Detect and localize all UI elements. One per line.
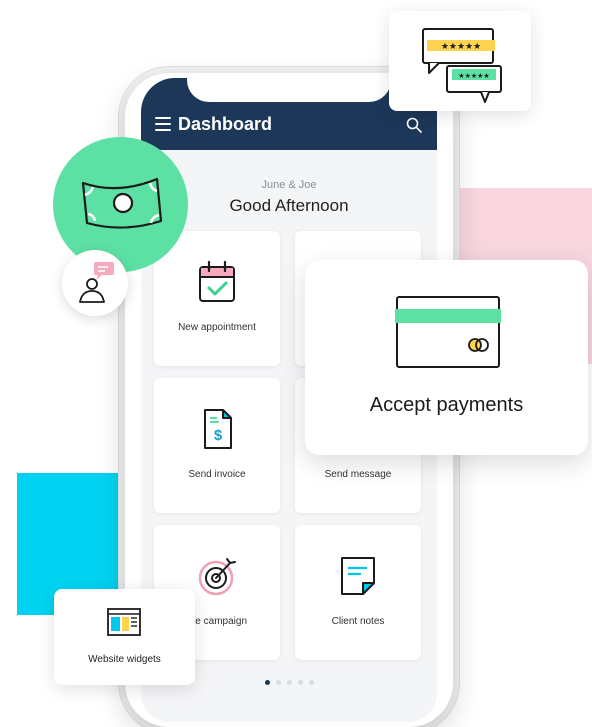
reviews-card: ★★★★★ ★★★★★ — [389, 11, 531, 111]
accept-payments-card[interactable]: Accept payments — [305, 260, 588, 455]
accept-payments-label: Accept payments — [369, 394, 524, 416]
hamburger-menu-icon[interactable] — [155, 117, 171, 131]
star-reviews-icon: ★★★★★ ★★★★★ — [422, 28, 502, 103]
page-dot[interactable] — [308, 680, 314, 685]
website-widgets-card[interactable]: Website widgets — [54, 589, 195, 685]
svg-text:★★★★★: ★★★★★ — [458, 72, 489, 80]
svg-text:$: $ — [214, 427, 223, 444]
page-dot[interactable] — [286, 680, 292, 685]
svg-text:★★★★★: ★★★★★ — [441, 42, 481, 52]
tile-label: Send message — [324, 469, 392, 480]
tile-client-notes[interactable]: Client notes — [295, 525, 421, 660]
client-chat-badge — [62, 250, 128, 316]
search-icon[interactable] — [405, 116, 423, 134]
target-icon — [198, 558, 236, 596]
tile-label: Send invoice — [188, 469, 246, 480]
website-widgets-label: Website widgets — [88, 654, 161, 665]
page-dot[interactable] — [297, 680, 303, 685]
invoice-dollar-icon: $ — [204, 409, 232, 449]
tile-send-invoice[interactable]: $ Send invoice — [154, 378, 280, 513]
sticky-note-icon — [341, 557, 375, 595]
web-layout-icon — [107, 608, 141, 636]
client-chat-icon — [79, 262, 114, 303]
page-dot[interactable] — [275, 680, 281, 685]
page-title: Dashboard — [178, 114, 273, 134]
page-dot[interactable] — [264, 680, 270, 685]
phone-notch — [187, 78, 391, 102]
tile-label: New appointment — [178, 322, 256, 333]
calendar-check-icon — [199, 260, 235, 302]
tile-label: Client notes — [331, 616, 385, 627]
credit-card-icon — [395, 296, 501, 368]
